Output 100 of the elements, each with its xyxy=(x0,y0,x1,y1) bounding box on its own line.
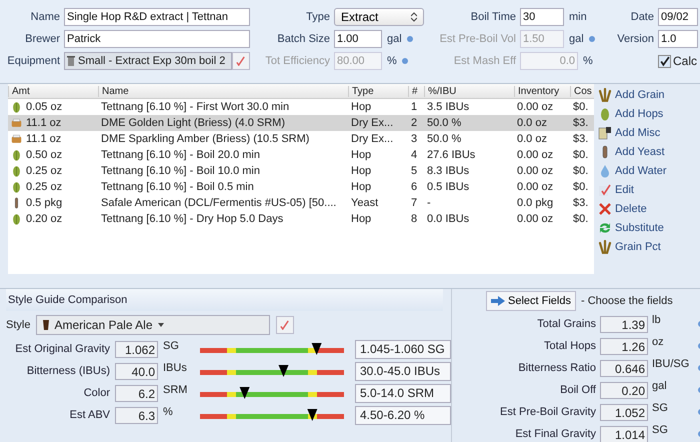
version-field[interactable]: 1.0 xyxy=(658,30,698,48)
table-cell-text: 0.0 oz xyxy=(516,133,548,145)
value-box: 40.0 xyxy=(115,362,158,380)
ingredient-row[interactable]: 0.20 oz Tettnang [6.10 %] - Dry Hop 5.0 Days Hop 8 0.0 IBUs 0.00 oz $0. xyxy=(8,211,594,227)
action-button[interactable]: Add Hops xyxy=(598,105,667,123)
unit-label: SG xyxy=(652,402,669,415)
value-box: 1.26 xyxy=(600,338,648,354)
action-button[interactable]: Add Misc xyxy=(598,124,667,142)
table-cell-text: 0.00 oz xyxy=(516,149,554,161)
pre-boil-vol-label: Est Pre-Boil Vol xyxy=(438,33,516,45)
table-cell-text: Tettnang [6.10 %] - Dry Hop 5.0 Days xyxy=(100,213,284,225)
table-cell-text: Dry Ex... xyxy=(350,117,394,129)
ingredient-row[interactable]: 0.25 oz Tettnang [6.10 %] - Boil 0.5 min Hop 6 0.5 IBUs 0.00 oz $0. xyxy=(8,179,594,195)
table-cell-text: - xyxy=(426,197,432,209)
equipment-dropdown[interactable]: Small - Extract Exp 30m boil 2 xyxy=(64,52,232,70)
unit-label: % xyxy=(583,55,593,67)
boil-time-label: Boil Time xyxy=(470,11,516,23)
edit-button[interactable] xyxy=(276,316,294,334)
table-cell-text: Hop xyxy=(350,149,372,161)
table-cell-text: $3. xyxy=(572,133,590,145)
table-cell-text: 2 xyxy=(410,117,418,129)
date-field[interactable]: 09/02 xyxy=(658,8,698,26)
value-box: 1.014 xyxy=(600,426,648,442)
beer-glass-icon xyxy=(43,319,50,331)
action-button[interactable]: Add Yeast xyxy=(598,143,667,161)
table-cell-text: Tettnang [6.10 %] - Boil 10.0 min xyxy=(100,165,261,177)
unit-label: SG xyxy=(652,424,669,437)
ingredient-row[interactable]: 0.25 oz Tettnang [6.10 %] - Boil 10.0 min Hop 5 8.3 IBUs 0.00 oz $0. xyxy=(8,163,594,179)
info-dot-icon[interactable] xyxy=(406,36,413,42)
hint-text: - Choose the fields xyxy=(580,295,673,307)
table-cell-text: 27.6 IBUs xyxy=(426,149,476,161)
table-cell-text: 7 xyxy=(410,197,418,209)
amount-text: 11.1 oz xyxy=(26,117,62,129)
name-field[interactable]: Single Hop R&D extract | Tettnan xyxy=(64,8,250,26)
hop-cone-icon xyxy=(11,101,22,113)
table-cell-text: 0.5 IBUs xyxy=(426,181,470,193)
unit-label: oz xyxy=(652,336,665,349)
info-dot-icon[interactable] xyxy=(588,36,595,42)
brewer-field[interactable]: Patrick xyxy=(64,30,250,48)
hop-cone-icon xyxy=(11,165,22,177)
hop-cone-icon xyxy=(11,181,22,193)
column-header[interactable]: Inventory xyxy=(514,86,570,96)
calc-checkbox[interactable] xyxy=(658,54,671,68)
batch-size-label: Batch Size xyxy=(276,33,330,45)
ingredient-row[interactable]: 11.1 oz DME Sparkling Amber (Briess) (10.5 SRM) Dry Ex... 3 50.0 % 0.0 oz $3. xyxy=(8,131,594,147)
table-cell-text: 8.3 IBUs xyxy=(426,165,470,177)
table-cell-text: 5 xyxy=(410,165,418,177)
table-cell-text: 6 xyxy=(410,181,418,193)
hop-cone-icon xyxy=(598,107,612,121)
action-button[interactable]: Add Grain xyxy=(598,86,667,104)
amount-text: 0.20 oz xyxy=(26,213,62,225)
efficiency-label: Tot Efficiency xyxy=(264,55,330,67)
action-button[interactable]: Delete xyxy=(598,200,667,218)
action-button[interactable]: Add Water xyxy=(598,162,667,180)
style-label: Style xyxy=(6,319,30,331)
value-box: 0.20 xyxy=(600,382,648,398)
table-cell-text: 4 xyxy=(410,149,418,161)
amount-text: 0.5 pkg xyxy=(26,197,62,209)
table-cell-text: 3.5 IBUs xyxy=(426,101,470,113)
equipment-label: Equipment xyxy=(6,55,60,67)
table-cell-text: Hop xyxy=(350,101,372,113)
table-cell-text: 3 xyxy=(410,133,418,145)
stat-label: Color xyxy=(82,387,110,399)
section-title: Style Guide Comparison xyxy=(6,289,443,311)
batch-size-field[interactable]: 1.00 xyxy=(334,30,382,48)
action-button[interactable]: Grain Pct xyxy=(598,238,667,256)
edit-button[interactable] xyxy=(232,52,250,70)
unit-label: IBU/SG xyxy=(652,358,690,371)
column-header[interactable]: # xyxy=(408,86,424,96)
type-dropdown[interactable]: Extract xyxy=(334,8,424,26)
wheat-icon xyxy=(598,240,612,254)
unit-label: gal xyxy=(387,33,402,45)
unit-label: SG xyxy=(163,339,180,353)
column-header[interactable]: Cos xyxy=(570,86,594,96)
mash-eff-field: 0.0 xyxy=(520,52,578,70)
ingredient-row[interactable]: 0.50 oz Tettnang [6.10 %] - Boil 20.0 min Hop 4 27.6 IBUs 0.00 oz $0. xyxy=(8,147,594,163)
value-box: 6.2 xyxy=(115,384,158,402)
column-header[interactable]: Amt xyxy=(8,86,98,96)
table-cell-text: Tettnang [6.10 %] - First Wort 30.0 min xyxy=(100,101,290,113)
ingredient-row[interactable]: 11.1 oz DME Golden Light (Briess) (4.0 SRM) Dry Ex... 2 50.0 % 0.0 oz $3. xyxy=(8,115,594,131)
range-box: 4.50-6.20 % xyxy=(355,406,451,424)
table-cell-text: DME Golden Light (Briess) (4.0 SRM) xyxy=(100,117,286,129)
info-dot-icon[interactable] xyxy=(402,58,408,64)
table-cell-text: $0. xyxy=(572,213,590,225)
table-cell-text: $3. xyxy=(572,117,590,129)
unit-label: min xyxy=(569,11,587,23)
select-fields-button[interactable]: Select Fields xyxy=(486,291,576,311)
style-dropdown[interactable]: American Pale Ale xyxy=(36,315,270,335)
action-button[interactable]: Edit xyxy=(598,181,667,199)
table-cell-text: $0. xyxy=(572,165,590,177)
boil-time-field[interactable]: 30 xyxy=(520,8,564,26)
column-header[interactable]: Name xyxy=(98,86,348,96)
up-down-arrows-icon xyxy=(411,12,417,22)
action-button[interactable]: Substitute xyxy=(598,219,667,237)
ingredient-row[interactable]: 0.5 pkg Safale American (DCL/Fermentis #US-05) [50.... Yeast 7 - 0.0 pkg $3. xyxy=(8,195,594,211)
column-header[interactable]: %/IBU xyxy=(424,86,514,96)
table-cell-text: 0.0 oz xyxy=(516,117,548,129)
ingredient-row[interactable]: 0.05 oz Tettnang [6.10 %] - First Wort 30.0 min Hop 1 3.5 IBUs 0.00 oz $0. xyxy=(8,99,594,115)
column-header[interactable]: Type xyxy=(348,86,408,96)
unit-label: gal xyxy=(652,380,668,393)
